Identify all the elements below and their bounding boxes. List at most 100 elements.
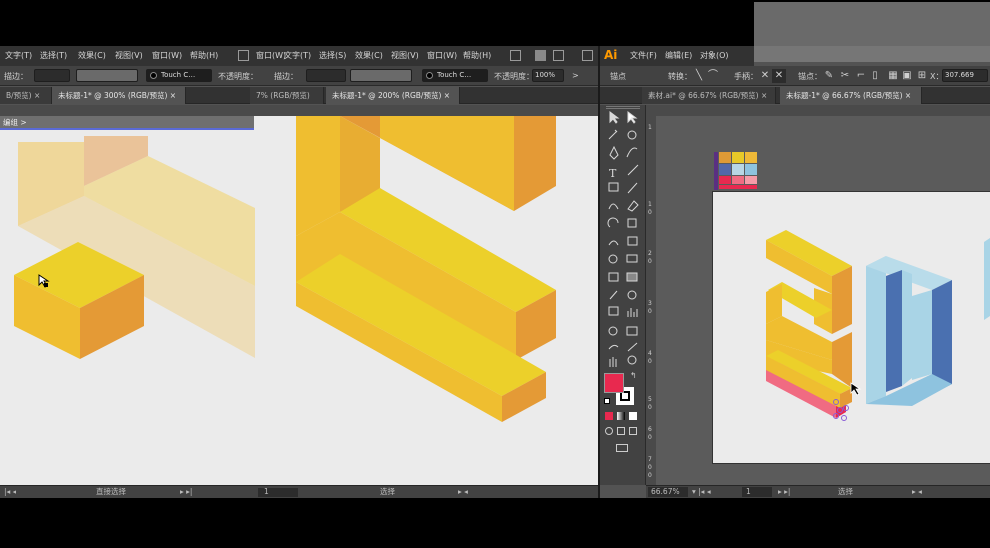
menu-edit[interactable]: 编辑(E) [665,46,692,66]
st-icon[interactable] [535,50,546,61]
connect-icon[interactable]: ⌐ [854,69,868,83]
grid-icon-2[interactable] [510,50,521,61]
left-canvas[interactable]: 编组 > [0,116,598,485]
color-mode-icon[interactable] [605,412,613,420]
draw-inside-icon[interactable] [629,427,637,435]
brush-select-2[interactable]: Touch C… [422,69,488,82]
menu-file[interactable]: 文件(F) [630,46,657,66]
tab-doc-200[interactable]: 未标题-1* @ 200% (RGB/预览) × [326,87,460,104]
convert-smooth-icon[interactable]: ⌒ [706,69,720,83]
menu-text[interactable]: 文字(T) [5,46,32,66]
reference-point-icon[interactable]: ⊞ [915,69,929,83]
menu-view-2[interactable]: 视图(V) [391,46,419,66]
rotate-tool-icon[interactable] [607,217,619,228]
line-tool-icon[interactable] [627,164,639,176]
left-status-arrow[interactable]: ▸ ▸| [180,486,192,498]
menu-help-2[interactable]: 帮助(H) [463,46,491,66]
hand-tool-icon[interactable] [609,357,617,367]
tab-untitled-66[interactable]: 未标题-1* @ 66.67% (RGB/预览) × [780,87,922,104]
left-nav-arrows[interactable]: |◂ ◂ [4,486,16,498]
handles-hide-icon[interactable]: ✕ [772,69,786,83]
remove-anchor-icon[interactable]: ✎ [822,69,836,83]
lasso-tool-icon[interactable] [627,130,637,140]
symbol-sprayer-tool-icon[interactable] [608,306,619,316]
stroke-width-field[interactable] [34,69,70,82]
tab-doc-300[interactable]: 未标题-1* @ 300% (RGB/预览) × [52,87,186,104]
opacity-field[interactable]: 100% [532,69,564,82]
right-artboard-field[interactable]: 1 [742,487,772,497]
menu-object[interactable]: 对象(O) [700,46,729,66]
scissors-tool-icon[interactable] [608,344,619,350]
pen-tool-icon[interactable] [609,145,619,160]
eyedropper-tool-icon[interactable] [609,290,618,300]
zoom-tool-icon[interactable] [627,355,637,365]
draw-mode-icon[interactable] [605,427,613,435]
menu-help[interactable]: 帮助(H) [190,46,218,66]
swap-fill-stroke-icon[interactable]: ↰ [630,371,637,380]
direct-selection-tool-icon[interactable] [627,111,638,124]
fill-swatch[interactable] [604,373,624,393]
default-colors-icon[interactable] [604,398,610,404]
left-artboard-field[interactable]: 1 [258,487,298,497]
menu-effect-2[interactable]: 效果(C) [355,46,383,66]
right-nav-arrows[interactable]: ▾ |◂ ◂ [692,486,711,498]
layout-icon[interactable] [553,50,564,61]
grid-icon[interactable] [238,50,249,61]
isolate-icon[interactable]: ▯ [868,69,882,83]
draw-behind-icon[interactable] [617,427,625,435]
brush-select[interactable]: Touch C… [146,69,212,82]
right-pasteboard[interactable] [656,116,990,485]
tab-source-ai[interactable]: 素材.ai* @ 66.67% (RGB/预览) × [642,87,776,104]
menu-window-3[interactable]: 窗口(W) [427,46,457,66]
workspace-icon[interactable] [582,50,593,61]
cut-path-icon[interactable]: ✂ [838,69,852,83]
selection-tool-icon[interactable] [609,111,620,124]
magic-wand-tool-icon[interactable] [608,129,618,140]
right-nav-arrows-2[interactable]: ▸ ▸| [778,486,790,498]
gradient-mode-icon[interactable] [617,412,625,420]
tab-doc-7[interactable]: 7% (RGB/预览) × [250,87,324,117]
tab-prev-doc[interactable]: B/预览) × [0,87,52,104]
menu-window-2[interactable]: 窗口(W) [256,46,286,66]
mesh-tool-icon[interactable] [608,272,619,282]
rectangle-tool-icon[interactable] [608,182,619,192]
handles-show-icon[interactable]: ✕ [758,69,772,83]
left-status-arrow-2[interactable]: ▸ ◂ [458,486,468,498]
shaper-tool-icon[interactable] [608,203,619,210]
curvature-tool-icon[interactable] [626,147,638,158]
stroke-width-field-2[interactable] [306,69,346,82]
menu-effect[interactable]: 效果(C) [78,46,106,66]
shape-builder-tool-icon[interactable] [608,254,618,264]
screen-mode-icon[interactable] [616,444,628,452]
breadcrumb[interactable]: 编组 > [0,116,254,130]
menu-window[interactable]: 窗口(W) [152,46,182,66]
artboard-tool-icon[interactable] [608,326,618,336]
convert-corner-icon[interactable]: ╲ [692,69,706,83]
type-tool-icon[interactable]: T [609,167,617,180]
free-transform-tool-icon[interactable] [627,236,638,246]
knife-tool-icon[interactable] [627,342,638,352]
scale-tool-icon[interactable] [627,218,637,228]
stroke-profile-field-2[interactable] [350,69,412,82]
slice-tool-icon[interactable] [626,326,638,336]
perspective-grid-tool-icon[interactable] [626,254,638,263]
ruler-mark: 4 [648,350,652,357]
blend-tool-icon[interactable] [627,290,637,300]
menu-select[interactable]: 选择(T) [40,46,67,66]
right-tool-status: 选择 [838,487,853,496]
width-tool-icon[interactable] [608,240,619,246]
menu-view[interactable]: 视图(V) [115,46,143,66]
menu-select-2[interactable]: 选择(S) [319,46,346,66]
gradient-tool-icon[interactable] [626,272,638,282]
align-icon[interactable]: ▦ [886,69,900,83]
transform-icon[interactable]: ▣ [900,69,914,83]
eraser-tool-icon[interactable] [627,200,639,212]
x-field[interactable]: 307.669 [942,69,988,82]
none-mode-icon[interactable] [629,412,637,420]
menu-text-2[interactable]: 文字(T) [284,46,311,66]
paintbrush-tool-icon[interactable] [627,182,638,194]
stroke-profile-field[interactable] [76,69,138,82]
right-status-arrow[interactable]: ▸ ◂ [912,486,922,498]
column-graph-tool-icon[interactable] [627,308,638,317]
zoom-field[interactable]: 66.67% [648,487,688,497]
